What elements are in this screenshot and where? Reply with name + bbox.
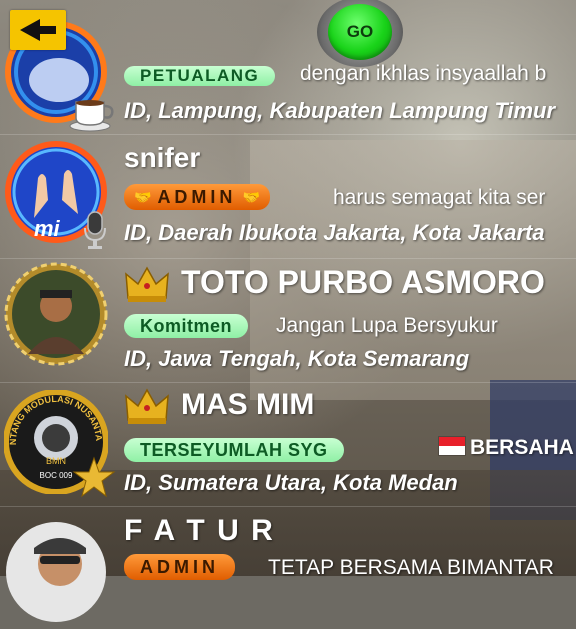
coffee-cup-icon xyxy=(69,100,114,132)
status-text: TETAP BERSAMA BIMANTAR xyxy=(268,556,554,579)
go-button-label: GO xyxy=(328,4,392,60)
svg-text:BMN: BMN xyxy=(46,456,66,466)
status-text: Jangan Lupa Bersyukur xyxy=(276,314,498,337)
status-text: BERSAHA xyxy=(438,436,574,460)
status-label: BERSAHA xyxy=(470,436,574,459)
crown-icon xyxy=(125,266,169,302)
location-text: ID, Lampung, Kabupaten Lampung Timur xyxy=(124,98,556,123)
location-text: ID, Daerah Ibukota Jakarta, Kota Jakarta xyxy=(124,220,545,245)
role-badge: TERSEYUMLAH SYG xyxy=(124,438,344,462)
top-bar: GO xyxy=(0,0,576,76)
avatar[interactable] xyxy=(4,520,108,624)
back-button[interactable] xyxy=(10,10,66,50)
list-item[interactable]: TOTO PURBO ASMORO Komitmen Jangan Lupa B… xyxy=(0,258,576,383)
svg-text:BOC 009: BOC 009 xyxy=(40,471,73,480)
handshake-icon: 🤝 xyxy=(242,188,260,205)
role-badge: Komitmen xyxy=(124,314,249,338)
location-text: ID, Sumatera Utara, Kota Medan xyxy=(124,470,458,495)
indonesia-flag-icon xyxy=(438,436,466,456)
avatar[interactable]: BMN BOC 009 BINTANG MODULASI NUSANTARA xyxy=(1,382,116,498)
member-list[interactable]: PETUALANG dengan ikhlas insyaallah b ID,… xyxy=(0,0,576,622)
crown-icon xyxy=(125,388,169,424)
location-text: ID, Jawa Tengah, Kota Semarang xyxy=(124,346,470,371)
avatar-image xyxy=(4,262,108,366)
star-icon xyxy=(72,456,116,498)
microphone-icon xyxy=(84,211,106,249)
role-badge-label: ADMIN xyxy=(157,186,237,207)
avatar[interactable]: mi xyxy=(4,140,108,249)
handshake-icon: 🤝 xyxy=(134,188,152,205)
user-name[interactable]: snifer xyxy=(124,142,200,174)
user-name[interactable]: MAS MIM xyxy=(181,388,314,422)
user-name[interactable]: TOTO PURBO ASMORO xyxy=(181,264,545,301)
avatar[interactable] xyxy=(4,262,108,366)
list-item[interactable]: mi snifer 🤝 ADMIN 🤝 harus semagat kita s… xyxy=(0,134,576,259)
list-item[interactable]: F A T U R ADMIN TETAP BERSAMA BIMANTAR xyxy=(0,506,576,622)
go-button-ring: GO xyxy=(317,0,403,67)
role-badge: ADMIN xyxy=(124,554,235,580)
go-button[interactable]: GO xyxy=(314,0,406,68)
user-name[interactable]: F A T U R xyxy=(124,514,275,548)
list-item[interactable]: BMN BOC 009 BINTANG MODULASI NUSANTARA M… xyxy=(0,382,576,507)
arrow-left-icon xyxy=(20,19,56,41)
svg-text:mi: mi xyxy=(34,216,61,241)
status-text: harus semagat kita ser xyxy=(333,186,546,209)
avatar-image xyxy=(6,522,106,622)
role-badge: 🤝 ADMIN 🤝 xyxy=(124,184,270,210)
